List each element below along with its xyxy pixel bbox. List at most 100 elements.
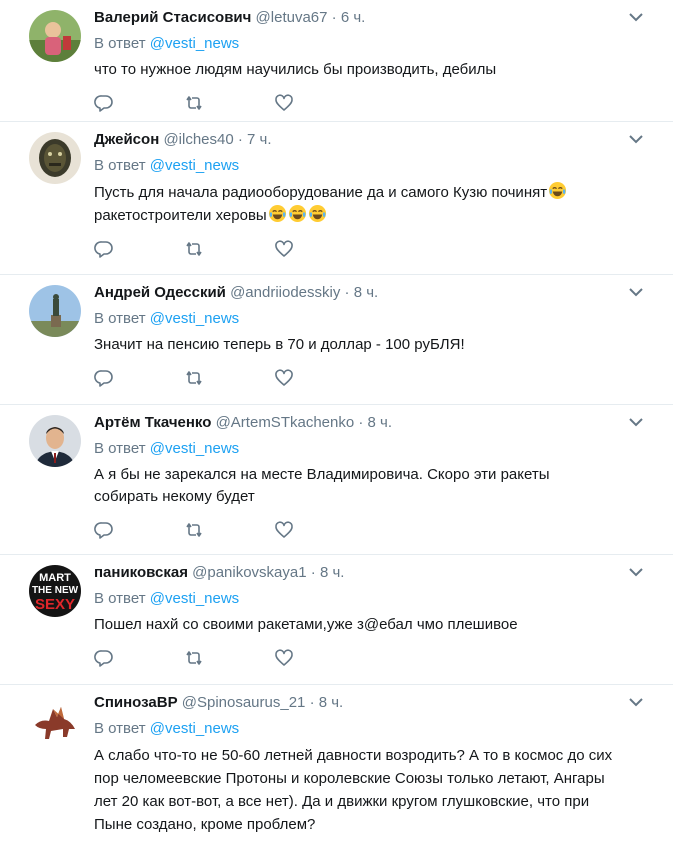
user-handle[interactable]: @andriiodesskiy bbox=[230, 284, 340, 301]
reply-context: В ответ @vesti_news bbox=[94, 589, 657, 609]
reply-context: В ответ @vesti_news bbox=[94, 439, 657, 459]
tweet-text: А слабо что-то не 50-60 летней давности … bbox=[94, 747, 613, 833]
tweet-header: Джейсон @ilches40 · 7 ч. bbox=[94, 130, 657, 150]
tweet-text: что то нужное людям научились бы произво… bbox=[94, 61, 497, 78]
tweet-text: Значит на пенсию теперь в 70 и доллар - … bbox=[94, 336, 465, 353]
chevron-down-icon[interactable] bbox=[627, 285, 645, 299]
timestamp[interactable]: 8 ч. bbox=[320, 564, 345, 581]
user-name[interactable]: Джейсон bbox=[94, 131, 159, 148]
reply-prefix: В ответ bbox=[94, 157, 146, 174]
crying-laughing-emoji bbox=[288, 204, 306, 223]
tweet-actions bbox=[94, 368, 657, 388]
reply-prefix: В ответ bbox=[94, 35, 146, 52]
reply-icon[interactable] bbox=[94, 648, 114, 668]
reply-context: В ответ @vesti_news bbox=[94, 309, 657, 329]
mention-link[interactable]: @vesti_news bbox=[150, 35, 239, 52]
heart-icon[interactable] bbox=[274, 520, 294, 540]
user-handle[interactable]: @letuva67 bbox=[256, 9, 328, 26]
reply-icon[interactable] bbox=[94, 239, 114, 259]
tweet-text-line: Пусть для начала радиооборудование да и … bbox=[94, 184, 548, 201]
reply-icon[interactable] bbox=[94, 93, 114, 113]
tweet[interactable]: Андрей Одесский @andriiodesskiy · 8 ч. В… bbox=[0, 275, 673, 405]
crying-laughing-emoji bbox=[308, 204, 326, 223]
separator-dot: · bbox=[344, 284, 350, 301]
tweet-feed: Валерий Стасисович @letuva67 · 6 ч. В от… bbox=[0, 0, 673, 844]
tweet-text-line: ракетостроители херовы bbox=[94, 207, 267, 224]
crying-laughing-emoji bbox=[268, 204, 286, 223]
chevron-down-icon[interactable] bbox=[627, 695, 645, 709]
tweet-actions bbox=[94, 93, 657, 113]
timestamp[interactable]: 8 ч. bbox=[319, 694, 344, 711]
avatar-text: THE NEW bbox=[32, 585, 79, 596]
user-name[interactable]: Андрей Одесский bbox=[94, 284, 226, 301]
user-name[interactable]: паниковская bbox=[94, 564, 188, 581]
user-handle[interactable]: @ArtemSTkachenko bbox=[216, 414, 355, 431]
crying-laughing-emoji bbox=[549, 181, 567, 200]
chevron-down-icon[interactable] bbox=[627, 10, 645, 24]
avatar[interactable] bbox=[29, 10, 81, 62]
mention-link[interactable]: @vesti_news bbox=[150, 440, 239, 457]
chevron-down-icon[interactable] bbox=[627, 565, 645, 579]
heart-icon[interactable] bbox=[274, 239, 294, 259]
user-name[interactable]: Валерий Стасисович bbox=[94, 9, 251, 26]
tweet[interactable]: Джейсон @ilches40 · 7 ч. В ответ @vesti_… bbox=[0, 122, 673, 275]
user-handle[interactable]: @ilches40 bbox=[163, 131, 233, 148]
separator-dot: · bbox=[309, 694, 315, 711]
separator-dot: · bbox=[358, 414, 364, 431]
reply-icon[interactable] bbox=[94, 520, 114, 540]
reply-context: В ответ @vesti_news bbox=[94, 34, 657, 54]
reply-prefix: В ответ bbox=[94, 590, 146, 607]
heart-icon[interactable] bbox=[274, 648, 294, 668]
retweet-icon[interactable] bbox=[184, 648, 204, 668]
tweet-header: Андрей Одесский @andriiodesskiy · 8 ч. bbox=[94, 283, 657, 303]
tweet[interactable]: Артём Ткаченко @ArtemSTkachenko · 8 ч. В… bbox=[0, 405, 673, 555]
retweet-icon[interactable] bbox=[184, 239, 204, 259]
retweet-icon[interactable] bbox=[184, 93, 204, 113]
avatar[interactable]: MART THE NEW SEXY bbox=[29, 565, 81, 617]
reply-prefix: В ответ bbox=[94, 310, 146, 327]
retweet-icon[interactable] bbox=[184, 520, 204, 540]
heart-icon[interactable] bbox=[274, 368, 294, 388]
tweet[interactable]: MART THE NEW SEXY паниковская @panikovsk… bbox=[0, 555, 673, 685]
timestamp[interactable]: 6 ч. bbox=[341, 9, 366, 26]
mention-link[interactable]: @vesti_news bbox=[150, 310, 239, 327]
reply-prefix: В ответ bbox=[94, 720, 146, 737]
timestamp[interactable]: 8 ч. bbox=[354, 284, 379, 301]
retweet-icon[interactable] bbox=[184, 368, 204, 388]
chevron-down-icon[interactable] bbox=[627, 132, 645, 146]
tweet-actions bbox=[94, 648, 657, 668]
tweet-header: Артём Ткаченко @ArtemSTkachenko · 8 ч. bbox=[94, 413, 657, 433]
tweet-header: СпинозаВР @Spinosaurus_21 · 8 ч. bbox=[94, 693, 657, 713]
user-name[interactable]: Артём Ткаченко bbox=[94, 414, 211, 431]
tweet-text: А я бы не зарекался на месте Владимирови… bbox=[94, 466, 550, 505]
reply-context: В ответ @vesti_news bbox=[94, 719, 657, 739]
separator-dot: · bbox=[331, 9, 337, 26]
avatar[interactable] bbox=[29, 415, 81, 467]
reply-prefix: В ответ bbox=[94, 440, 146, 457]
user-name[interactable]: СпинозаВР bbox=[94, 694, 178, 711]
tweet[interactable]: Валерий Стасисович @letuva67 · 6 ч. В от… bbox=[0, 0, 673, 122]
reply-icon[interactable] bbox=[94, 368, 114, 388]
mention-link[interactable]: @vesti_news bbox=[150, 720, 239, 737]
user-handle[interactable]: @panikovskaya1 bbox=[192, 564, 306, 581]
avatar[interactable] bbox=[29, 132, 81, 184]
avatar[interactable] bbox=[29, 285, 81, 337]
heart-icon[interactable] bbox=[274, 93, 294, 113]
avatar-text: MART bbox=[39, 572, 71, 584]
separator-dot: · bbox=[310, 564, 316, 581]
chevron-down-icon[interactable] bbox=[627, 415, 645, 429]
timestamp[interactable]: 8 ч. bbox=[368, 414, 393, 431]
tweet-actions bbox=[94, 239, 657, 259]
timestamp[interactable]: 7 ч. bbox=[247, 131, 272, 148]
mention-link[interactable]: @vesti_news bbox=[150, 157, 239, 174]
tweet-text: Пусть для начала радиооборудование да и … bbox=[94, 181, 657, 227]
tweet-header: паниковская @panikovskaya1 · 8 ч. bbox=[94, 563, 657, 583]
avatar[interactable] bbox=[29, 695, 81, 747]
mention-link[interactable]: @vesti_news bbox=[150, 590, 239, 607]
tweet-text: Пошел нахй со своими ракетами,уже з@ебал… bbox=[94, 616, 518, 633]
reply-context: В ответ @vesti_news bbox=[94, 156, 657, 176]
user-handle[interactable]: @Spinosaurus_21 bbox=[182, 694, 306, 711]
tweet[interactable]: СпинозаВР @Spinosaurus_21 · 8 ч. В ответ… bbox=[0, 685, 673, 844]
tweet-header: Валерий Стасисович @letuva67 · 6 ч. bbox=[94, 8, 657, 28]
avatar-text: SEXY bbox=[35, 596, 75, 613]
